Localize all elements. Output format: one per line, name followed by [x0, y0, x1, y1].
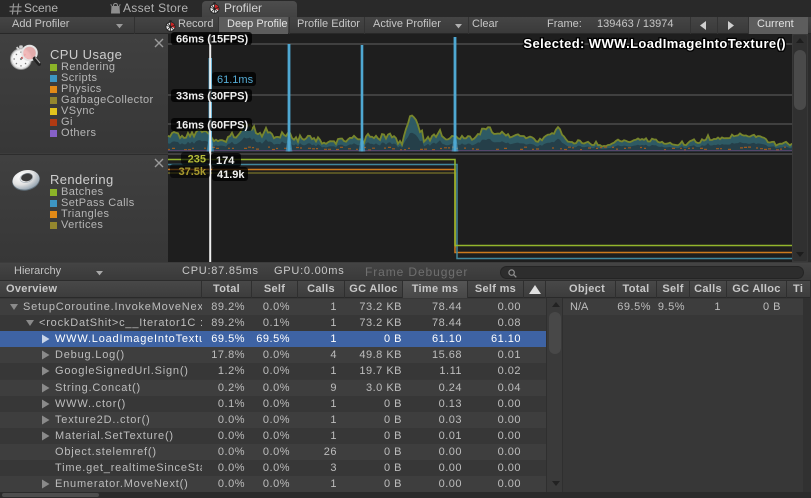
svg-text:61.1ms: 61.1ms	[217, 74, 254, 86]
svg-text:235: 235	[188, 154, 206, 166]
svg-text:37.5k: 37.5k	[178, 166, 206, 178]
svg-text:Selected: WWW.LoadImageIntoTex: Selected: WWW.LoadImageIntoTexture()	[523, 36, 786, 51]
svg-text:174: 174	[216, 155, 235, 167]
svg-text:33ms (30FPS): 33ms (30FPS)	[176, 91, 248, 103]
svg-text:16ms (60FPS): 16ms (60FPS)	[176, 120, 248, 132]
svg-text:66ms (15FPS): 66ms (15FPS)	[176, 34, 248, 46]
svg-text:41.9k: 41.9k	[217, 169, 245, 181]
